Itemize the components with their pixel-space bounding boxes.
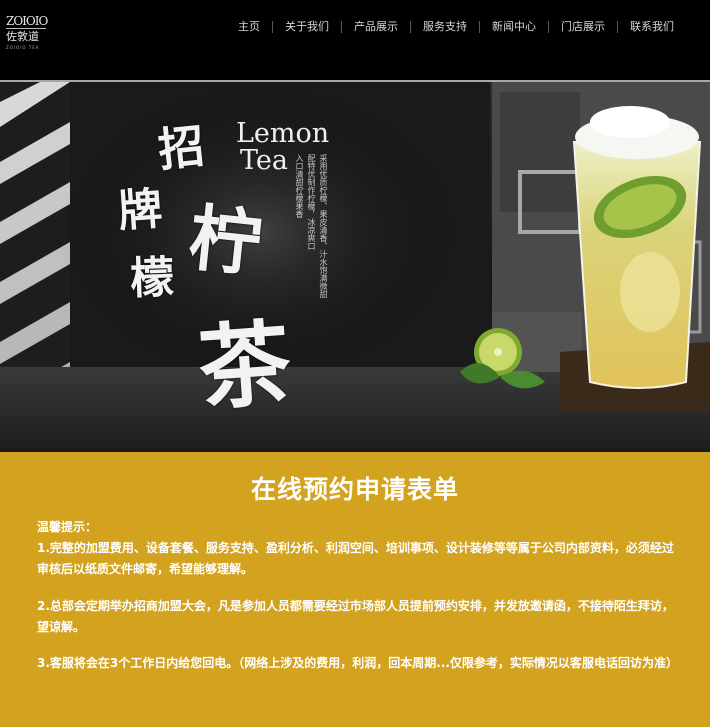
- tip-item: 1.完整的加盟费用、设备套餐、服务支持、盈利分析、利润空间、培训事项、设计装修等…: [37, 541, 674, 576]
- banner-calligraphy-char: 檬: [129, 252, 176, 305]
- banner-vertical-text: 入口清甜柠檬果香: [295, 154, 304, 218]
- main-nav: 主页 关于我们 产品展示 服务支持 新闻中心 门店展示 联系我们: [226, 18, 686, 36]
- banner-vertical-text: 配特优制作柠檬，冰凉爽口: [307, 154, 316, 250]
- banner-vertical-text: 采用优质柠檬、果皮清香、汁水饱满微甜: [319, 154, 328, 298]
- banner-calligraphy-char: 茶: [194, 308, 295, 424]
- tip-item: 3.客服将会在3个工作日内给您回电。（网络上涉及的费用，利润，回本周期...仅限…: [37, 656, 678, 670]
- banner-artwork: [0, 82, 710, 452]
- nav-item-products[interactable]: 产品展示: [342, 18, 410, 36]
- nav-item-service[interactable]: 服务支持: [411, 18, 479, 36]
- tips-label: 温馨提示：: [37, 520, 98, 534]
- logo-name: 佐敦道: [6, 30, 39, 43]
- banner-calligraphy-char: 招: [155, 118, 208, 178]
- site-header: ZOIOIO 佐敦道 ZOIOIO TEA 主页 关于我们 产品展示 服务支持 …: [0, 0, 710, 80]
- banner-calligraphy-char: 柠: [185, 194, 266, 287]
- nav-item-contact[interactable]: 联系我们: [618, 18, 686, 36]
- banner-calligraphy-char: 牌: [116, 183, 165, 238]
- lemon-tea-glass-graphic: [572, 106, 702, 389]
- nav-item-about[interactable]: 关于我们: [273, 18, 341, 36]
- logo-subtitle: ZOIOIO TEA: [6, 45, 40, 50]
- hero-banner[interactable]: 招 牌 柠 檬 茶 Lemon Tea 采用优质柠檬、果皮清香、汁水饱满微甜 配…: [0, 82, 710, 452]
- form-title: 在线预约申请表单: [250, 475, 459, 504]
- brand-logo[interactable]: ZOIOIO 佐敦道 ZOIOIO TEA: [6, 14, 48, 62]
- nav-item-stores[interactable]: 门店展示: [549, 18, 617, 36]
- nav-item-home[interactable]: 主页: [226, 18, 272, 36]
- logo-mark: ZOIOIO: [6, 14, 48, 29]
- nav-item-news[interactable]: 新闻中心: [480, 18, 548, 36]
- appointment-form-section: 在线预约申请表单 温馨提示： 1.完整的加盟费用、设备套餐、服务支持、盈利分析、…: [0, 452, 710, 727]
- banner-english-line: Lemon: [236, 118, 330, 149]
- tip-item: 2.总部会定期举办招商加盟大会，凡是参加人员都需要经过市场部人员提前预约安排，并…: [37, 599, 674, 634]
